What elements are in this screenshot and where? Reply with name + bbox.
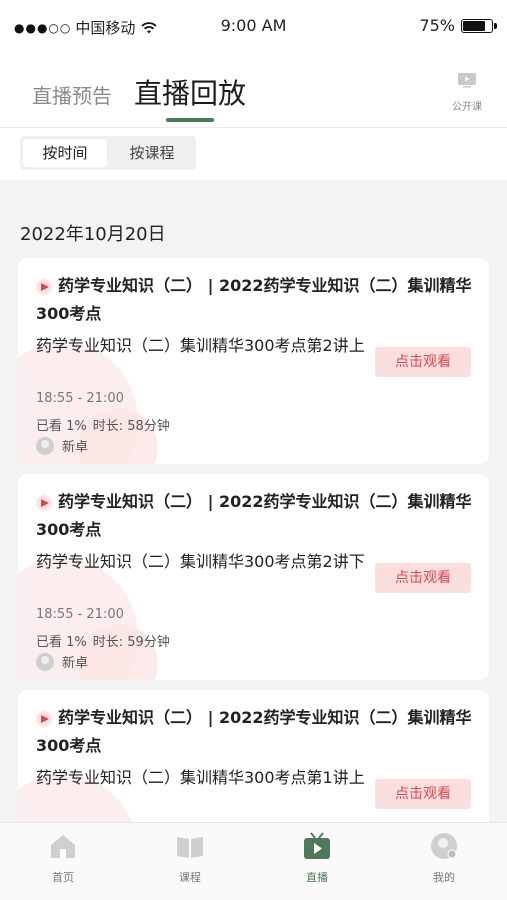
tab-mine[interactable]: 我的: [414, 831, 474, 885]
active-tab-indicator: [166, 118, 214, 122]
teacher-avatar: [36, 652, 54, 671]
tab-live-replay[interactable]: 直播回放: [134, 72, 246, 112]
tab-courses[interactable]: 课程: [160, 831, 220, 885]
tab-live-label: 直播: [306, 871, 328, 884]
teacher-avatar: [36, 436, 54, 455]
lesson-progress: 已看 1% 时长: 58分钟: [36, 415, 176, 434]
tab-home-label: 首页: [52, 871, 74, 884]
lesson-time: 18:55 - 21:00: [36, 391, 124, 406]
lesson-duration: 时长: 59分钟: [92, 635, 170, 650]
course-title: 药学专业知识（二） | 2022药学专业知识（二）集训精华300考点: [36, 276, 472, 323]
tab-courses-label: 课程: [179, 871, 201, 884]
watch-button[interactable]: 点击观看: [375, 563, 471, 593]
lesson-progress: 已看 1% 时长: 59分钟: [36, 631, 176, 650]
live-header: 直播预告 直播回放 公开课: [0, 52, 507, 128]
sort-segmented-control: 按时间 按课程: [20, 136, 196, 170]
tab-mine-label: 我的: [433, 871, 455, 884]
bottom-tab-bar: 首页 课程 直播 我的: [0, 822, 507, 900]
battery-percent: 75%: [419, 16, 455, 35]
book-icon: [177, 837, 203, 858]
home-icon: [51, 835, 75, 858]
watch-button[interactable]: 点击观看: [375, 347, 471, 377]
user-icon: [431, 833, 457, 859]
date-group-heading: 2022年10月20日: [20, 224, 166, 245]
watched-percent: 已看 1%: [36, 419, 87, 434]
status-bar: ●●●○○ 中国移动 9:00 AM 75%: [0, 0, 507, 52]
tab-live-preview[interactable]: 直播预告: [32, 80, 112, 109]
battery-area: 75%: [419, 16, 497, 35]
lesson-title: 药学专业知识（二）集训精华300考点第1讲上: [36, 768, 365, 787]
lesson-card[interactable]: 药学专业知识（二） | 2022药学专业知识（二）集训精华300考点 药学专业知…: [18, 258, 489, 464]
tab-home[interactable]: 首页: [33, 831, 93, 885]
battery-icon: [461, 18, 497, 33]
sort-by-time-button[interactable]: 按时间: [23, 139, 107, 167]
open-course-label: 公开课: [452, 102, 482, 113]
lesson-title: 药学专业知识（二）集训精华300考点第2讲上: [36, 336, 365, 355]
teacher-name: 新卓: [62, 440, 89, 455]
video-screen-icon: [458, 73, 476, 88]
open-course-button[interactable]: 公开课: [447, 72, 487, 113]
lesson-duration: 时长: 58分钟: [92, 419, 170, 434]
lesson-card[interactable]: 药学专业知识（二） | 2022药学专业知识（二）集训精华300考点 药学专业知…: [18, 474, 489, 680]
watched-percent: 已看 1%: [36, 635, 87, 650]
course-title: 药学专业知识（二） | 2022药学专业知识（二）集训精华300考点: [36, 492, 472, 539]
lesson-title: 药学专业知识（二）集训精华300考点第2讲下: [36, 552, 365, 571]
teacher-name: 新卓: [62, 656, 89, 671]
tv-play-icon: [304, 832, 330, 859]
course-title: 药学专业知识（二） | 2022药学专业知识（二）集训精华300考点: [36, 708, 472, 755]
lesson-time: 18:55 - 21:00: [36, 607, 124, 622]
watch-button[interactable]: 点击观看: [375, 779, 471, 809]
sort-by-course-button[interactable]: 按课程: [110, 139, 194, 167]
teacher-info: 新卓: [36, 652, 88, 671]
sort-bar: 按时间 按课程: [0, 128, 507, 180]
tab-live[interactable]: 直播: [287, 831, 347, 885]
teacher-info: 新卓: [36, 436, 88, 455]
